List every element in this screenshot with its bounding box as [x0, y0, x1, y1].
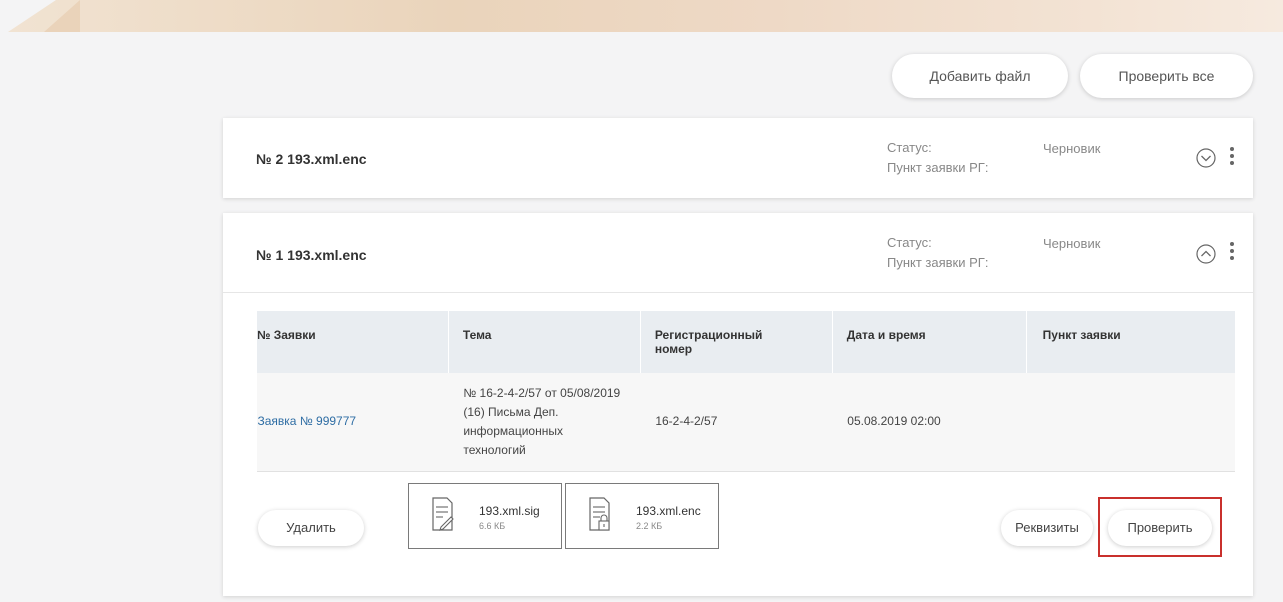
check-all-button[interactable]: Проверить все [1080, 54, 1253, 98]
request-link[interactable]: Заявка № 999777 [258, 414, 357, 428]
point-cell [1026, 373, 1235, 471]
card-title: № 2 193.xml.enc [256, 151, 367, 167]
reg-number-cell: 16-2-4-2/57 [655, 414, 718, 429]
banner-corner-decoration [8, 0, 56, 32]
column-header: Тема [447, 311, 641, 373]
column-header: Пункт заявки [1025, 311, 1235, 373]
add-file-button[interactable]: Добавить файл [892, 54, 1068, 98]
status-value: Черновик [1043, 141, 1101, 156]
more-options-icon[interactable] [1229, 147, 1235, 169]
column-header: Дата и время [831, 311, 1027, 373]
status-label: Статус: [887, 235, 932, 250]
delete-button[interactable]: Удалить [258, 510, 364, 546]
column-header: № Заявки [256, 311, 449, 373]
status-label: Статус: [887, 140, 932, 155]
card-divider [223, 292, 1253, 293]
card-title: № 1 193.xml.enc [256, 247, 367, 263]
datetime-cell: 05.08.2019 02:00 [847, 414, 941, 429]
collapse-chevron-icon[interactable] [1196, 244, 1216, 264]
status-value: Черновик [1043, 236, 1101, 251]
file-name: 193.xml.sig [479, 504, 540, 518]
table-row: Заявка № 999777 № 16-2-4-2/57 от 05/08/2… [256, 373, 1235, 471]
file-name: 193.xml.enc [636, 504, 701, 518]
table-header-row: № Заявки Тема Регистрационный номер Дата… [256, 311, 1235, 373]
signed-document-icon [432, 497, 454, 531]
page-header-banner [8, 0, 1283, 32]
expand-chevron-icon[interactable] [1196, 148, 1216, 168]
column-header: Регистрационный номер [639, 311, 833, 373]
file-size: 6.6 КБ [479, 521, 506, 531]
point-label: Пункт заявки РГ: [887, 160, 989, 175]
file-tile-enc[interactable]: 193.xml.enc 2.2 КБ [565, 483, 719, 549]
requests-table: № Заявки Тема Регистрационный номер Дата… [256, 311, 1235, 472]
point-label: Пункт заявки РГ: [887, 255, 989, 270]
check-button-highlight [1098, 497, 1222, 557]
file-tile-sig[interactable]: 193.xml.sig 6.6 КБ [408, 483, 562, 549]
encrypted-document-icon [589, 497, 610, 531]
details-button[interactable]: Реквизиты [1001, 510, 1093, 546]
file-size: 2.2 КБ [636, 521, 663, 531]
document-card-2: № 2 193.xml.enc Статус: Пункт заявки РГ:… [223, 118, 1253, 198]
topic-cell: № 16-2-4-2/57 от 05/08/2019 (16) Письма … [463, 385, 621, 457]
request-cell: Заявка № 999777 [257, 373, 449, 471]
more-options-icon[interactable] [1229, 242, 1235, 264]
